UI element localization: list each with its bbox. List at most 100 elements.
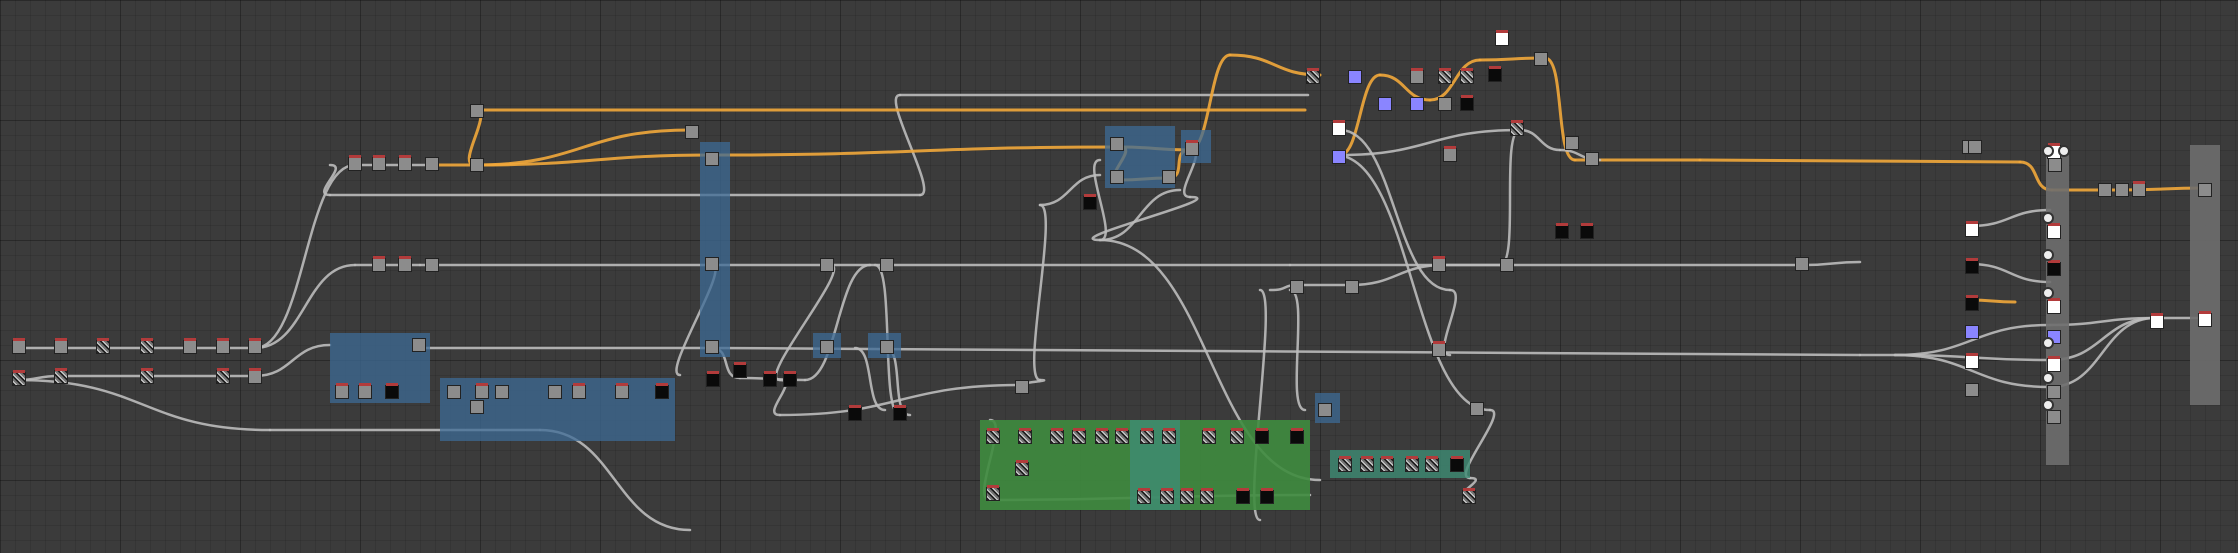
graph-node[interactable] [1965, 258, 1979, 274]
graph-node[interactable] [1137, 488, 1151, 504]
graph-node[interactable] [1432, 341, 1446, 357]
graph-node[interactable] [1345, 280, 1359, 294]
graph-node[interactable] [1015, 460, 1029, 476]
graph-node[interactable] [783, 371, 797, 387]
graph-node[interactable] [2132, 181, 2146, 197]
graph-node[interactable] [1255, 428, 1269, 444]
graph-node[interactable] [1348, 70, 1362, 84]
graph-node[interactable] [1110, 170, 1124, 184]
graph-node[interactable] [358, 383, 372, 399]
node-graph-canvas[interactable] [0, 0, 2238, 553]
graph-node[interactable] [348, 155, 362, 171]
graph-node[interactable] [2047, 356, 2061, 372]
graph-node[interactable] [1410, 68, 1424, 84]
graph-node[interactable] [1318, 403, 1332, 417]
graph-node[interactable] [2047, 385, 2061, 399]
graph-node[interactable] [425, 258, 439, 272]
graph-node[interactable] [1115, 428, 1129, 444]
graph-node[interactable] [1290, 280, 1304, 294]
graph-node[interactable] [470, 400, 484, 414]
graph-node[interactable] [1290, 428, 1304, 444]
graph-node[interactable] [2150, 313, 2164, 329]
graph-node[interactable] [705, 340, 719, 354]
circle-icon[interactable] [2042, 287, 2054, 299]
circle-icon[interactable] [2042, 372, 2054, 384]
graph-node[interactable] [1236, 488, 1250, 504]
graph-node[interactable] [470, 158, 484, 172]
graph-node[interactable] [1965, 325, 1979, 339]
graph-node[interactable] [1580, 223, 1594, 239]
graph-node[interactable] [372, 155, 386, 171]
graph-node[interactable] [1015, 380, 1029, 394]
graph-node[interactable] [820, 340, 834, 354]
graph-node[interactable] [385, 383, 399, 399]
graph-node[interactable] [1332, 150, 1346, 164]
graph-node[interactable] [1460, 95, 1474, 111]
graph-node[interactable] [733, 362, 747, 378]
graph-node[interactable] [1378, 97, 1392, 111]
graph-node[interactable] [1510, 120, 1524, 136]
node-frame[interactable] [700, 142, 730, 357]
graph-node[interactable] [1050, 428, 1064, 444]
graph-node[interactable] [1495, 30, 1509, 46]
graph-node[interactable] [1162, 170, 1176, 184]
graph-node[interactable] [1443, 146, 1457, 162]
graph-node[interactable] [1965, 221, 1979, 237]
graph-node[interactable] [1260, 488, 1274, 504]
graph-node[interactable] [335, 383, 349, 399]
graph-node[interactable] [615, 383, 629, 399]
graph-node[interactable] [12, 338, 26, 354]
graph-node[interactable] [2047, 410, 2061, 424]
graph-node[interactable] [1432, 256, 1446, 272]
graph-node[interactable] [1450, 456, 1464, 472]
graph-node[interactable] [2047, 298, 2061, 314]
graph-node[interactable] [1072, 428, 1086, 444]
graph-node[interactable] [140, 338, 154, 354]
graph-node[interactable] [1438, 68, 1452, 84]
graph-node[interactable] [1162, 428, 1176, 444]
graph-node[interactable] [1202, 428, 1216, 444]
graph-node[interactable] [706, 371, 720, 387]
graph-node[interactable] [248, 338, 262, 354]
circle-icon[interactable] [2042, 145, 2054, 157]
circle-icon[interactable] [2042, 337, 2054, 349]
graph-node[interactable] [1795, 257, 1809, 271]
graph-node[interactable] [495, 385, 509, 399]
circle-icon[interactable] [2042, 212, 2054, 224]
circle-icon[interactable] [2042, 249, 2054, 261]
graph-node[interactable] [183, 338, 197, 354]
graph-node[interactable] [705, 152, 719, 166]
graph-node[interactable] [140, 368, 154, 384]
graph-node[interactable] [1965, 353, 1979, 369]
graph-node[interactable] [1160, 488, 1174, 504]
graph-node[interactable] [398, 155, 412, 171]
circle-icon[interactable] [2042, 399, 2054, 411]
graph-node[interactable] [372, 256, 386, 272]
graph-node[interactable] [548, 385, 562, 399]
graph-node[interactable] [1405, 456, 1419, 472]
graph-node[interactable] [412, 338, 426, 352]
graph-node[interactable] [1555, 223, 1569, 239]
graph-node[interactable] [54, 338, 68, 354]
graph-node[interactable] [1140, 428, 1154, 444]
graph-node[interactable] [2047, 223, 2061, 239]
graph-node[interactable] [1565, 136, 1579, 150]
graph-node[interactable] [216, 368, 230, 384]
graph-node[interactable] [1018, 428, 1032, 444]
graph-node[interactable] [655, 383, 669, 399]
graph-node[interactable] [1534, 52, 1548, 66]
graph-node[interactable] [893, 405, 907, 421]
graph-node[interactable] [1968, 140, 1982, 154]
graph-node[interactable] [986, 485, 1000, 501]
graph-node[interactable] [1425, 456, 1439, 472]
graph-node[interactable] [54, 368, 68, 384]
graph-node[interactable] [2098, 183, 2112, 197]
graph-node[interactable] [1438, 97, 1452, 111]
graph-node[interactable] [572, 383, 586, 399]
graph-node[interactable] [2048, 158, 2062, 172]
graph-node[interactable] [1500, 258, 1514, 272]
graph-node[interactable] [470, 104, 484, 118]
graph-node[interactable] [2198, 183, 2212, 197]
graph-node[interactable] [1338, 456, 1352, 472]
graph-node[interactable] [1965, 295, 1979, 311]
